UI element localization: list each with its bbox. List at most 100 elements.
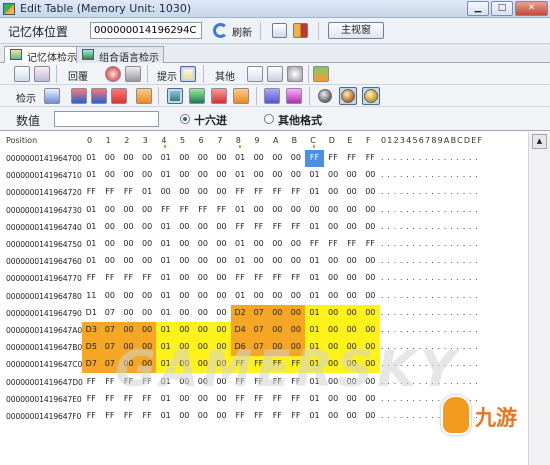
qword-view-icon[interactable] — [136, 88, 152, 104]
byte-cell[interactable]: 00 — [342, 253, 361, 270]
byte-cell[interactable]: 01 — [82, 219, 101, 236]
byte-cell[interactable]: 07 — [249, 322, 268, 339]
hex-radio-label[interactable]: 十六进 — [194, 112, 227, 128]
byte-cell[interactable]: FF — [342, 236, 361, 253]
byte-cell[interactable]: 00 — [138, 236, 157, 253]
byte-cell[interactable]: FF — [82, 374, 101, 391]
hex-word-icon[interactable] — [189, 88, 205, 104]
byte-cell[interactable]: FF — [324, 236, 343, 253]
byte-cell[interactable]: FF — [249, 270, 268, 287]
byte-cell[interactable]: 01 — [305, 408, 324, 425]
byte-cell[interactable]: 00 — [156, 184, 175, 201]
byte-cell[interactable]: 00 — [286, 304, 306, 322]
byte-cell[interactable]: 01 — [138, 184, 157, 201]
byte-cell[interactable]: 00 — [138, 219, 157, 236]
byte-cell[interactable]: 01 — [305, 184, 324, 201]
byte-cell[interactable]: 00 — [119, 219, 138, 236]
byte-cell[interactable]: 01 — [231, 236, 250, 253]
byte-cell[interactable]: 00 — [361, 253, 380, 270]
byte-cell[interactable]: FF — [305, 236, 324, 253]
byte-cell[interactable]: 01 — [82, 167, 101, 184]
byte-cell[interactable]: 01 — [305, 270, 324, 287]
byte-cell[interactable]: 00 — [286, 322, 306, 339]
byte-cell[interactable]: 00 — [268, 150, 287, 167]
search-icon[interactable] — [287, 66, 303, 82]
byte-cell[interactable]: FF — [231, 184, 250, 201]
byte-cell[interactable]: 00 — [324, 219, 343, 236]
byte-cell[interactable]: 00 — [268, 236, 287, 253]
byte-cell[interactable]: 00 — [138, 167, 157, 184]
byte-cell[interactable]: 00 — [212, 270, 231, 287]
byte-cell[interactable]: 00 — [212, 408, 231, 425]
ascii-row[interactable]: . . . . . . . . . . . . . . . . — [381, 256, 478, 265]
byte-cell[interactable]: 00 — [101, 236, 120, 253]
byte-cell[interactable]: 00 — [324, 167, 343, 184]
byte-cell[interactable]: FF — [287, 408, 306, 425]
byte-cell[interactable]: 00 — [342, 288, 361, 305]
close-button[interactable]: ✕ — [515, 1, 548, 16]
byte-cell[interactable]: 00 — [194, 253, 213, 270]
byte-cell[interactable]: 00 — [194, 408, 213, 425]
other-label[interactable]: 其他 — [215, 68, 235, 83]
byte-cell[interactable]: 00 — [324, 253, 343, 270]
hex-view-icon[interactable] — [167, 88, 183, 104]
layers-icon[interactable] — [313, 66, 329, 82]
refresh-button-label[interactable]: 刷新 — [232, 24, 252, 39]
byte-cell[interactable]: 01 — [156, 253, 175, 270]
byte-cell[interactable]: D5 — [82, 339, 101, 357]
byte-cell[interactable]: 00 — [119, 202, 138, 219]
byte-cell[interactable]: 00 — [175, 304, 194, 322]
refresh-icon[interactable] — [213, 23, 228, 38]
document-icon[interactable] — [247, 66, 263, 82]
byte-cell[interactable]: FF — [82, 270, 101, 287]
byte-cell[interactable]: 00 — [175, 288, 194, 305]
byte-cell[interactable]: 00 — [101, 202, 120, 219]
byte-cell[interactable]: 00 — [175, 270, 194, 287]
byte-cell[interactable]: FF — [101, 184, 120, 201]
double-icon[interactable] — [286, 88, 302, 104]
byte-cell[interactable]: FF — [249, 408, 268, 425]
byte-cell[interactable]: D1 — [82, 304, 101, 322]
byte-cell[interactable]: 00 — [119, 322, 138, 339]
byte-cell[interactable]: 01 — [305, 167, 324, 184]
byte-cell[interactable]: 00 — [324, 408, 343, 425]
byte-cell[interactable]: 00 — [137, 304, 157, 322]
other-format-radio-label[interactable]: 其他格式 — [278, 112, 322, 128]
byte-cell[interactable]: 01 — [231, 288, 250, 305]
byte-cell[interactable]: FF — [249, 184, 268, 201]
byte-cell[interactable]: 00 — [101, 150, 120, 167]
ascii-row[interactable]: . . . . . . . . . . . . . . . . — [381, 273, 478, 282]
byte-cell[interactable]: 00 — [342, 167, 361, 184]
byte-cell[interactable]: 00 — [361, 408, 380, 425]
byte-cell[interactable]: 00 — [342, 184, 361, 201]
byte-cell[interactable]: 00 — [212, 253, 231, 270]
byte-cell[interactable]: 00 — [287, 236, 306, 253]
byte-cell[interactable]: FF — [268, 408, 287, 425]
byte-cell[interactable]: 01 — [305, 219, 324, 236]
hex-qword-icon[interactable] — [233, 88, 249, 104]
byte-cell[interactable]: 00 — [175, 219, 194, 236]
byte-cell[interactable]: FF — [361, 150, 380, 167]
book-icon[interactable] — [293, 23, 308, 38]
ascii-row[interactable]: . . . . . . . . . . . . . . . . — [381, 187, 478, 196]
byte-cell[interactable]: 00 — [249, 150, 268, 167]
hint-label[interactable]: 提示 — [157, 68, 177, 83]
byte-cell[interactable]: 00 — [268, 167, 287, 184]
byte-cell[interactable]: 00 — [138, 202, 157, 219]
byte-cell[interactable]: 00 — [175, 150, 194, 167]
other-format-radio[interactable] — [264, 114, 274, 124]
byte-cell[interactable]: 00 — [119, 304, 138, 322]
byte-cell[interactable]: 01 — [156, 167, 175, 184]
byte-cell[interactable]: 00 — [138, 253, 157, 270]
byte-cell[interactable]: 00 — [324, 184, 343, 201]
byte-cell[interactable]: 00 — [305, 202, 324, 219]
byte-cell[interactable]: FF — [82, 391, 101, 408]
byte-cell[interactable]: 07 — [249, 304, 268, 322]
maximize-button[interactable]: □ — [491, 1, 513, 16]
byte-cell[interactable]: 00 — [268, 202, 287, 219]
byte-cell[interactable]: 00 — [342, 322, 361, 339]
byte-cell[interactable]: FF — [287, 270, 306, 287]
new-icon[interactable] — [14, 66, 30, 82]
byte-cell[interactable]: 01 — [82, 150, 101, 167]
byte-cell[interactable]: FF — [305, 150, 324, 167]
